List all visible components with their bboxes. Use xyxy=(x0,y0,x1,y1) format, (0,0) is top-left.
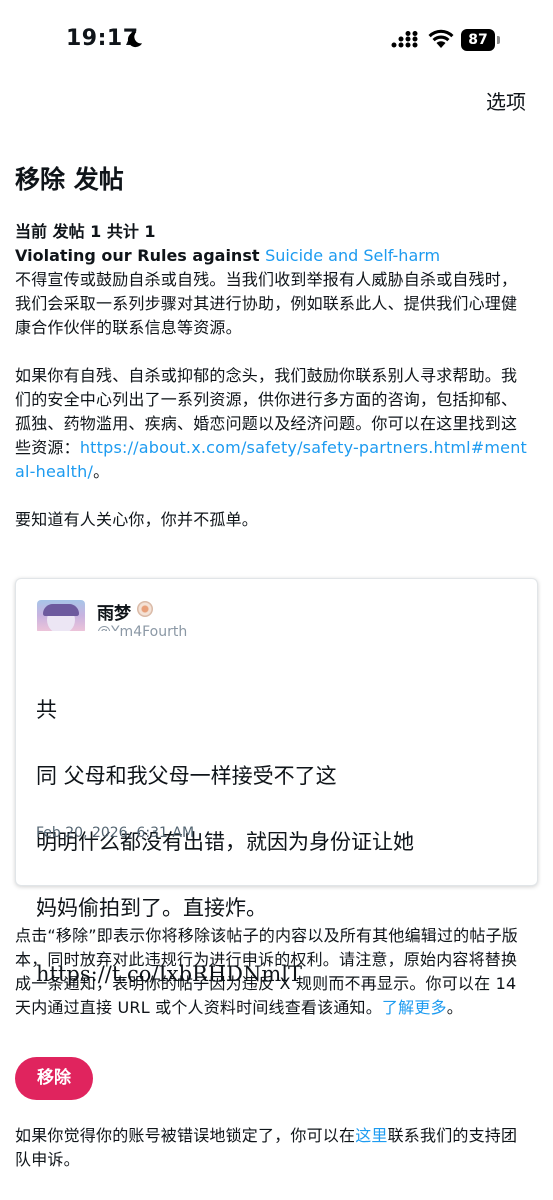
rule-prefix: Violating our Rules against xyxy=(15,246,266,265)
rule-description: Violating our Rules against Suicide and … xyxy=(15,244,530,268)
post-counter: 当前 发帖 1 共计 1 xyxy=(15,222,156,241)
badge-icon xyxy=(137,601,153,617)
page-title: 移除 发帖 xyxy=(15,165,124,194)
options-button[interactable]: 选项 xyxy=(486,86,526,115)
rule-explanation: 当前 发帖 1 共计 1 Violating our Rules against… xyxy=(15,220,530,532)
appeal-prefix: 如果你觉得你的账号被错误地锁定了，你可以在 xyxy=(15,1126,356,1145)
tweet-date: Feb 20, 2026, 6:31 AM xyxy=(36,825,195,841)
tweet-line: 共 xyxy=(36,698,57,722)
tweet-line: 同 父母和我父母一样接受不了这 xyxy=(36,764,337,788)
status-bar: 19:17 87 xyxy=(0,0,553,80)
resources-link[interactable]: https://about.x.com/safety/safety-partne… xyxy=(15,438,527,481)
signal-icon xyxy=(391,31,418,48)
appeal-link[interactable]: 这里 xyxy=(355,1126,387,1145)
tweet-card: 雨梦 @Ym4Fourth 共 同 父母和我父母一样接受不了这 明明什么都没有出… xyxy=(15,578,538,986)
notice-suffix: 。 xyxy=(446,998,463,1017)
avatar xyxy=(37,600,85,634)
tweet-display-name: 雨梦 xyxy=(97,604,131,624)
rule-text: 不得宣传或鼓励自杀或自残。当我们收到举报有人威胁自杀或自残时，我们会采取一系列步… xyxy=(15,270,518,337)
appeal-text: 如果你觉得你的账号被错误地锁定了，你可以在这里联系我们的支持团队申诉。 xyxy=(15,1124,530,1172)
resources-paragraph: 如果你有自残、自杀或抑郁的念头，我们鼓励你联系别人寻求帮助。我们的安全中心列出了… xyxy=(15,364,530,484)
reassurance-text: 要知道有人关心你，你并不孤单。 xyxy=(15,510,259,529)
learn-more-link[interactable]: 了解更多 xyxy=(382,998,447,1017)
battery-level: 87 xyxy=(461,29,495,51)
rule-link[interactable]: Suicide and Self-harm xyxy=(265,246,440,265)
moon-icon xyxy=(127,31,143,48)
remove-button[interactable]: 移除 xyxy=(15,1057,93,1100)
tweet-line: 妈妈偷拍到了。直接炸。 xyxy=(36,896,267,920)
removal-notice: 点击“移除”即表示你将移除该帖子的内容以及所有其他编辑过的帖子版本，同时放弃对此… xyxy=(15,924,530,1020)
battery-icon: 87 xyxy=(461,29,503,51)
wifi-icon xyxy=(428,29,454,48)
resources-suffix: 。 xyxy=(93,462,110,481)
